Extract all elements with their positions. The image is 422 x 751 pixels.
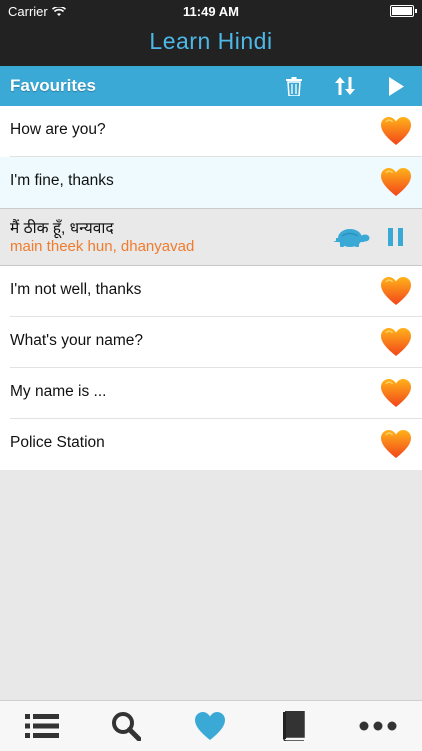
list-icon xyxy=(25,714,59,738)
delete-button[interactable] xyxy=(279,72,309,100)
play-icon xyxy=(389,76,404,96)
phrase-text: What's your name? xyxy=(10,332,144,349)
play-all-button[interactable] xyxy=(381,72,411,100)
favourites-toolbar: Favourites xyxy=(0,66,422,106)
tab-bar xyxy=(0,700,422,751)
phrase-row[interactable]: My name is ... xyxy=(0,368,422,419)
tab-favourites[interactable] xyxy=(168,701,252,751)
app-title: Learn Hindi xyxy=(149,28,273,54)
heart-icon[interactable] xyxy=(380,429,412,459)
heart-icon[interactable] xyxy=(380,276,412,306)
heart-icon[interactable] xyxy=(380,327,412,357)
battery-icon xyxy=(390,5,417,17)
sort-button[interactable] xyxy=(330,72,360,100)
hindi-text: मैं ठीक हूँ, धन्यवाद xyxy=(10,220,114,237)
phrase-text: Police Station xyxy=(10,434,105,451)
phrase-text: I'm fine, thanks xyxy=(10,172,114,189)
phrase-text: I'm not well, thanks xyxy=(10,281,142,298)
tab-phrase-list[interactable] xyxy=(0,701,84,751)
heart-icon[interactable] xyxy=(380,167,412,197)
phrase-text: How are you? xyxy=(10,121,106,138)
status-bar: Carrier 11:49 AM xyxy=(0,0,422,22)
favourites-list: How are you? I'm fine, thanks मैं ठीक हू… xyxy=(0,106,422,470)
phrase-detail-row[interactable]: मैं ठीक हूँ, धन्यवाद main theek hun, dha… xyxy=(0,208,422,266)
sort-arrows-icon xyxy=(335,77,355,95)
phrase-row[interactable]: I'm not well, thanks xyxy=(0,266,422,317)
tab-phrasebook[interactable] xyxy=(252,701,336,751)
phrase-row[interactable]: Police Station xyxy=(0,419,422,470)
heart-icon xyxy=(195,712,225,740)
status-time: 11:49 AM xyxy=(183,4,239,19)
navigation-bar: Learn Hindi xyxy=(0,22,422,66)
phrase-text: My name is ... xyxy=(10,383,107,400)
trash-icon xyxy=(286,76,302,96)
phrase-row[interactable]: How are you? xyxy=(0,106,422,157)
tab-search[interactable] xyxy=(84,701,168,751)
book-icon xyxy=(283,711,305,741)
toolbar-title: Favourites xyxy=(10,76,96,95)
phrase-row[interactable]: I'm fine, thanks xyxy=(0,157,422,208)
heart-icon[interactable] xyxy=(380,116,412,146)
more-icon xyxy=(359,721,397,731)
romanization-text: main theek hun, dhanyavad xyxy=(10,238,195,255)
search-icon xyxy=(112,712,141,741)
phrase-row[interactable]: What's your name? xyxy=(0,317,422,368)
heart-icon[interactable] xyxy=(380,378,412,408)
pause-icon[interactable] xyxy=(388,228,404,246)
tab-more[interactable] xyxy=(336,701,420,751)
turtle-icon[interactable] xyxy=(332,227,370,249)
